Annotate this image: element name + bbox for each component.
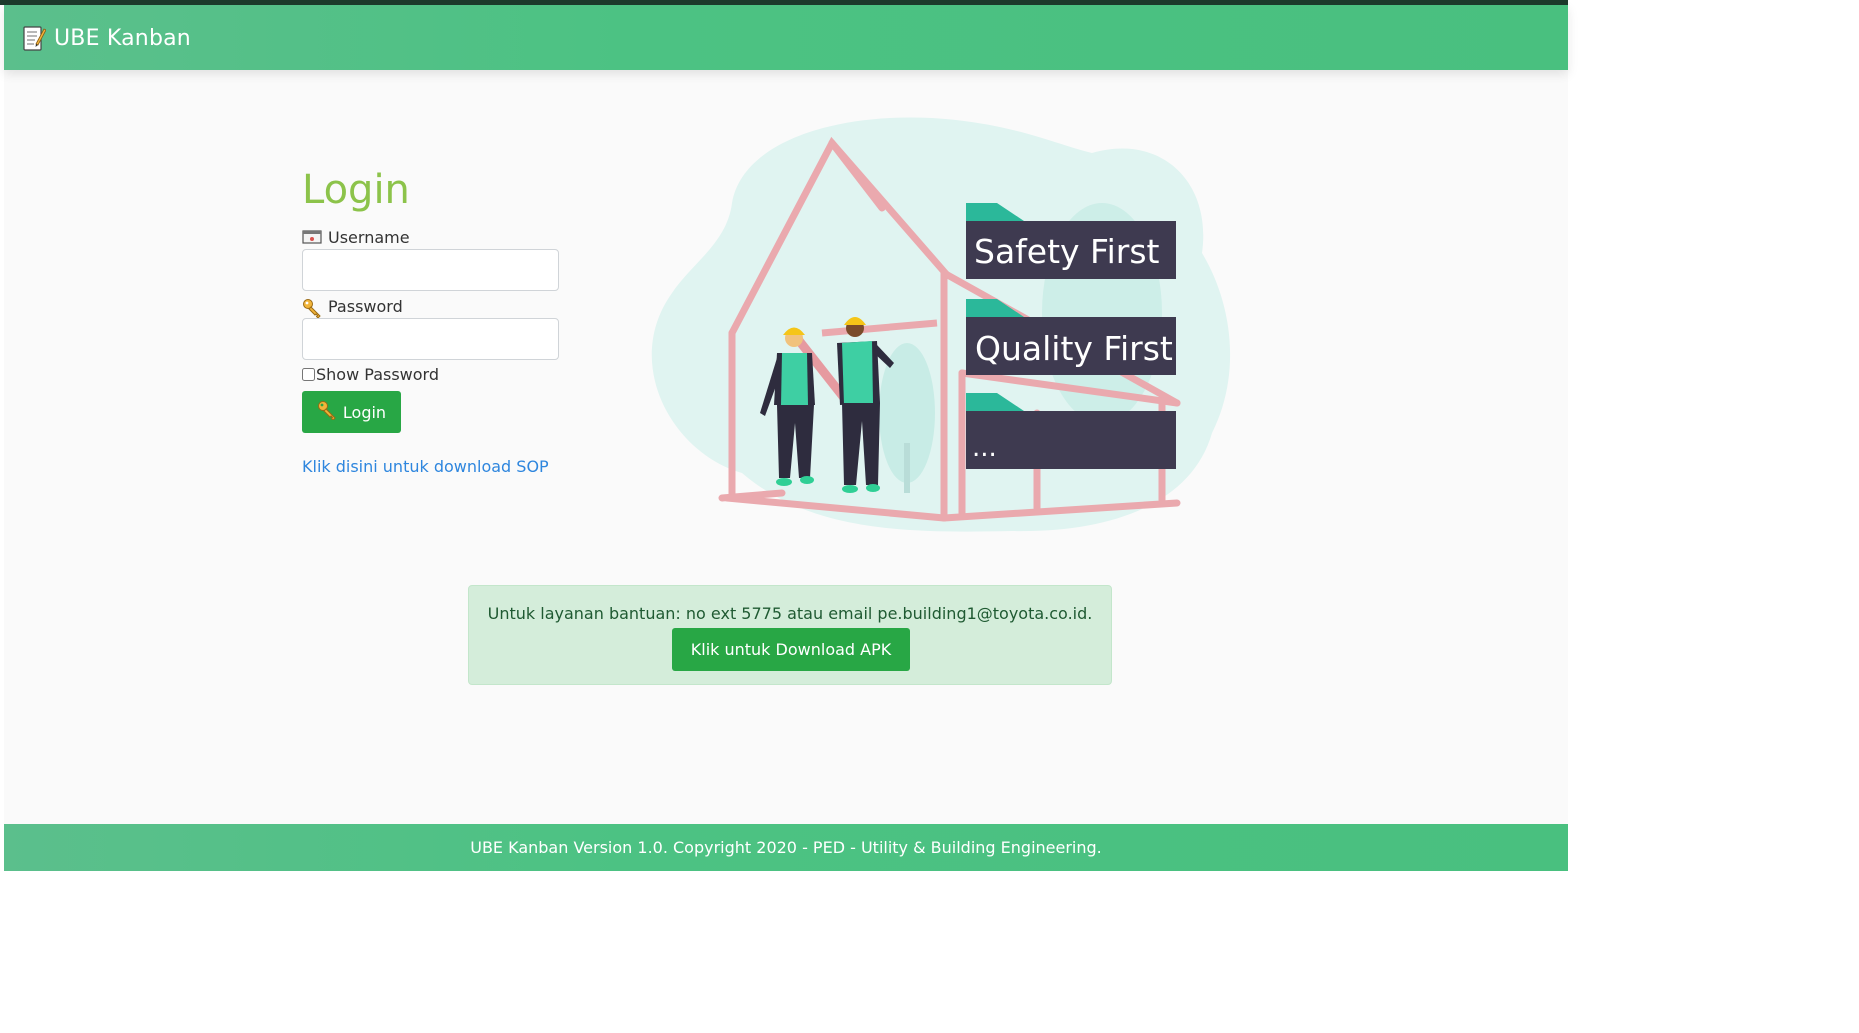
footer: UBE Kanban Version 1.0. Copyright 2020 -… <box>4 824 1568 871</box>
key-icon <box>317 400 337 424</box>
show-password-label: Show Password <box>316 365 439 384</box>
navbar: UBE Kanban <box>4 5 1568 70</box>
download-sop-link[interactable]: Klik disini untuk download SOP <box>302 457 549 476</box>
username-input[interactable] <box>302 249 559 291</box>
password-label: Password <box>302 297 403 319</box>
brand-link[interactable]: UBE Kanban <box>22 23 191 53</box>
password-label-text: Password <box>328 297 403 316</box>
memo-icon <box>22 24 47 52</box>
construction-illustration: Safety First Quality First ... <box>632 113 1236 535</box>
login-title: Login <box>302 167 410 213</box>
footer-text: UBE Kanban Version 1.0. Copyright 2020 -… <box>470 838 1102 857</box>
password-input[interactable] <box>302 318 559 360</box>
sign-ellipsis: ... <box>972 433 997 463</box>
username-label-text: Username <box>328 228 410 247</box>
sign-quality-first: Quality First <box>975 329 1173 368</box>
id-card-icon <box>302 229 322 247</box>
login-button[interactable]: Login <box>302 391 401 433</box>
download-apk-button[interactable]: Klik untuk Download APK <box>672 628 910 671</box>
brand-title: UBE Kanban <box>54 25 191 51</box>
login-panel: Login Username Password Show Password Lo… <box>302 155 570 490</box>
login-button-label: Login <box>342 402 387 422</box>
help-alert: Untuk layanan bantuan: no ext 5775 atau … <box>468 585 1112 685</box>
username-label: Username <box>302 228 410 247</box>
show-password-toggle[interactable]: Show Password <box>302 365 439 384</box>
app-root: UBE Kanban Login Username Password Show … <box>4 5 1568 871</box>
sign-safety-first: Safety First <box>974 232 1160 271</box>
key-icon <box>302 298 322 319</box>
help-text: Untuk layanan bantuan: no ext 5775 atau … <box>487 604 1093 623</box>
show-password-checkbox[interactable] <box>302 368 315 381</box>
